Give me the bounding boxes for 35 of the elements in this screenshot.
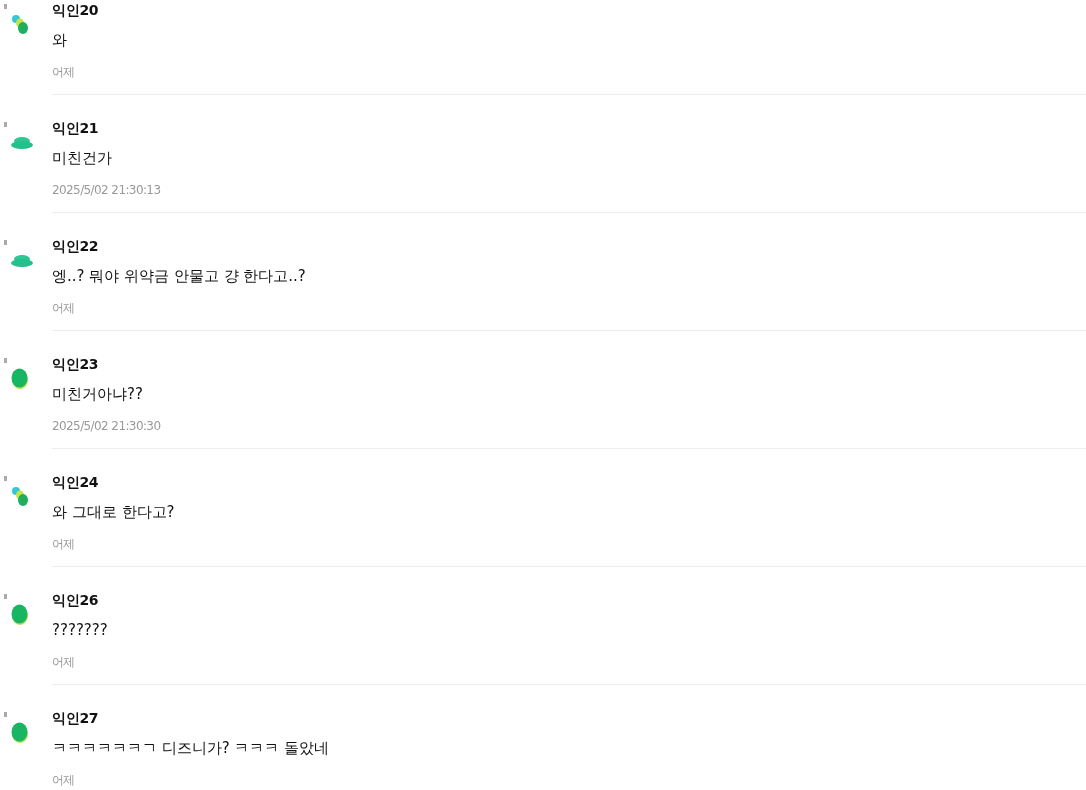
marker-icon (4, 712, 7, 717)
author-name: 익인27 (52, 709, 100, 728)
marker-icon (4, 4, 7, 9)
author-name: 익인26 (52, 591, 100, 610)
avatar-icon (10, 366, 30, 390)
comment-text: 와 그대로 한다고? (52, 502, 176, 522)
avatar-icon (10, 602, 30, 626)
comment-time: 2025/5/02 21:30:30 (52, 418, 162, 435)
author-name: 익인23 (52, 355, 100, 374)
comment-time: 어제 (52, 654, 76, 671)
comment-time: 어제 (52, 300, 76, 317)
avatar-icon (10, 254, 34, 268)
marker-icon (4, 122, 7, 127)
marker-icon (4, 476, 7, 481)
author-name: 익인20 (52, 1, 100, 20)
author-name: 익인24 (52, 473, 100, 492)
comment-time: 어제 (52, 536, 76, 553)
avatar-icon (10, 136, 34, 150)
marker-icon (4, 594, 7, 599)
comment-text: 미친건가 (52, 148, 113, 168)
comment-text: 와 (52, 30, 68, 50)
marker-icon (4, 240, 7, 245)
comment-time: 어제 (52, 772, 76, 789)
avatar-icon (10, 484, 30, 508)
author-name: 익인22 (52, 237, 100, 256)
comment-text: 미친거아냐?? (52, 384, 144, 404)
comment-text: ㅋㅋㅋㅋㅋㅋㄱ 디즈니가? ㅋㅋㅋ 돌았네 (52, 738, 331, 758)
avatar-icon (10, 720, 30, 744)
comment-time: 2025/5/02 21:30:13 (52, 182, 162, 199)
comment-text: 엥..? 뭐야 위약금 안물고 걍 한다고..? (52, 266, 307, 286)
author-name: 익인21 (52, 119, 100, 138)
avatar-icon (10, 12, 30, 36)
comment-time: 어제 (52, 64, 76, 81)
marker-icon (4, 358, 7, 363)
comment-text: ??????? (52, 620, 109, 640)
